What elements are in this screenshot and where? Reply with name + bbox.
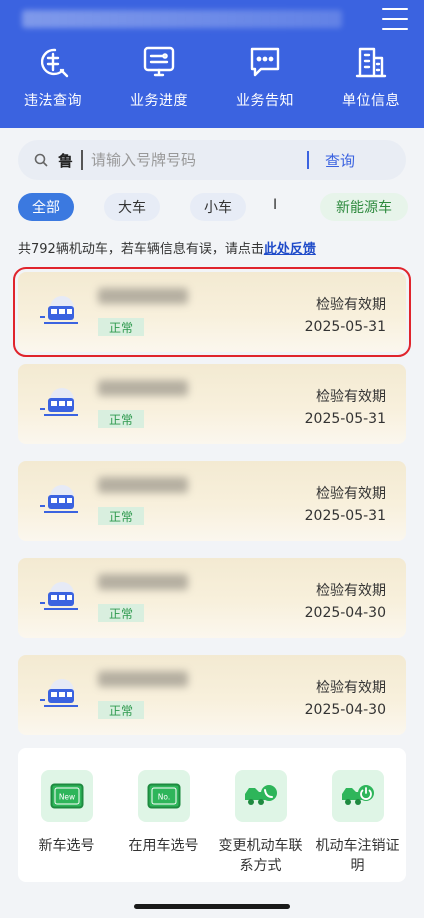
- filter-new-energy[interactable]: 新能源车: [320, 193, 408, 221]
- service-label: 在用车选号: [128, 838, 199, 854]
- quick-links: 违法查询 业务进度 业务告知 单位信息: [0, 44, 424, 110]
- service-change-contact[interactable]: 变更机动车联系方式: [212, 748, 309, 882]
- query-button[interactable]: 查询: [325, 150, 355, 171]
- plate-number-blurred: [98, 574, 188, 590]
- filter-large-vehicle[interactable]: 大车: [104, 193, 160, 221]
- truck-phone-icon: [234, 770, 287, 822]
- plate-number-blurred: [98, 288, 188, 304]
- service-cancel-certificate[interactable]: 机动车注销证明: [309, 748, 406, 882]
- new-plate-icon: New: [40, 770, 93, 822]
- status-badge: 正常: [98, 701, 144, 719]
- truck-cancel-icon: [331, 770, 384, 822]
- validity-date: 2025-05-31: [304, 411, 386, 427]
- quick-link-notice[interactable]: 业务告知: [212, 44, 318, 110]
- quick-link-unit-info[interactable]: 单位信息: [318, 44, 424, 110]
- chat-notice-icon: [250, 47, 280, 77]
- hamburger-menu-icon[interactable]: [382, 8, 408, 30]
- service-label: 机动车注销证明: [315, 838, 400, 874]
- organization-name-blurred: [22, 10, 342, 28]
- service-new-car-plate[interactable]: New 新车选号: [18, 748, 115, 882]
- vehicle-card[interactable]: 正常 检验有效期 2025-05-31: [18, 364, 406, 444]
- validity-date: 2025-05-31: [304, 508, 386, 524]
- plate-number-blurred: [98, 380, 188, 396]
- validity-label: 检验有效期: [316, 680, 386, 696]
- province-selector[interactable]: 鲁: [58, 150, 73, 171]
- plate-number-input[interactable]: [91, 151, 302, 169]
- quick-link-label: 违法查询: [24, 93, 82, 109]
- validity-label: 检验有效期: [316, 583, 386, 599]
- validity-label: 检验有效期: [316, 297, 386, 313]
- filter-small-vehicle[interactable]: 小车: [190, 193, 246, 221]
- quick-link-label: 单位信息: [342, 93, 400, 109]
- filter-all[interactable]: 全部: [18, 193, 74, 221]
- quick-link-label: 业务告知: [236, 93, 294, 109]
- svg-text:No.: No.: [157, 793, 169, 802]
- filter-separator: I: [273, 197, 278, 213]
- validity-date: 2025-05-31: [304, 319, 386, 335]
- no-plate-icon: No.: [137, 770, 190, 822]
- building-info-icon: [355, 47, 387, 78]
- validity-label: 检验有效期: [316, 486, 386, 502]
- home-indicator: [134, 904, 290, 909]
- vehicle-card[interactable]: 正常 检验有效期 2025-04-30: [18, 655, 406, 735]
- vehicle-card[interactable]: 正常 检验有效期 2025-05-31: [13, 267, 411, 357]
- bus-icon: [40, 582, 78, 610]
- validity-date: 2025-04-30: [304, 605, 386, 621]
- plate-number-blurred: [98, 671, 188, 687]
- service-in-use-plate[interactable]: No. 在用车选号: [115, 748, 212, 882]
- monitor-progress-icon: [143, 46, 175, 77]
- quick-link-progress[interactable]: 业务进度: [106, 44, 212, 110]
- vehicle-card[interactable]: 正常 检验有效期 2025-05-31: [18, 461, 406, 541]
- service-label: 变更机动车联系方式: [218, 838, 303, 874]
- feedback-link[interactable]: 此处反馈: [264, 242, 316, 257]
- bus-icon: [40, 388, 78, 416]
- search-icon: [34, 153, 48, 167]
- app-header: 违法查询 业务进度 业务告知 单位信息: [0, 0, 424, 128]
- status-badge: 正常: [98, 604, 144, 622]
- vehicle-count-summary: 共792辆机动车，若车辆信息有误，请点击此处反馈: [18, 238, 316, 257]
- vehicle-card[interactable]: 正常 检验有效期 2025-04-30: [18, 558, 406, 638]
- bus-icon: [40, 679, 78, 707]
- bus-icon: [40, 485, 78, 513]
- validity-date: 2025-04-30: [304, 702, 386, 718]
- plate-search-bar: 鲁 查询: [18, 140, 406, 180]
- summary-text: 共792辆机动车，若车辆信息有误，请点击: [18, 242, 264, 257]
- divider: [307, 151, 310, 169]
- status-badge: 正常: [98, 318, 144, 336]
- service-shortcuts: New 新车选号 No. 在用车选号 变更机动车联系方式 机动车注销证明: [18, 748, 406, 882]
- divider: [81, 150, 84, 170]
- violation-query-icon: [40, 48, 69, 78]
- quick-link-label: 业务进度: [130, 93, 188, 109]
- status-badge: 正常: [98, 507, 144, 525]
- validity-label: 检验有效期: [316, 389, 386, 405]
- vehicle-filter-tabs: 全部 大车 小车 I 新能源车: [18, 193, 408, 221]
- quick-link-violation-query[interactable]: 违法查询: [0, 44, 106, 110]
- bus-icon: [40, 296, 78, 324]
- plate-number-blurred: [98, 477, 188, 493]
- service-label: 新车选号: [38, 838, 95, 854]
- status-badge: 正常: [98, 410, 144, 428]
- svg-text:New: New: [58, 793, 74, 802]
